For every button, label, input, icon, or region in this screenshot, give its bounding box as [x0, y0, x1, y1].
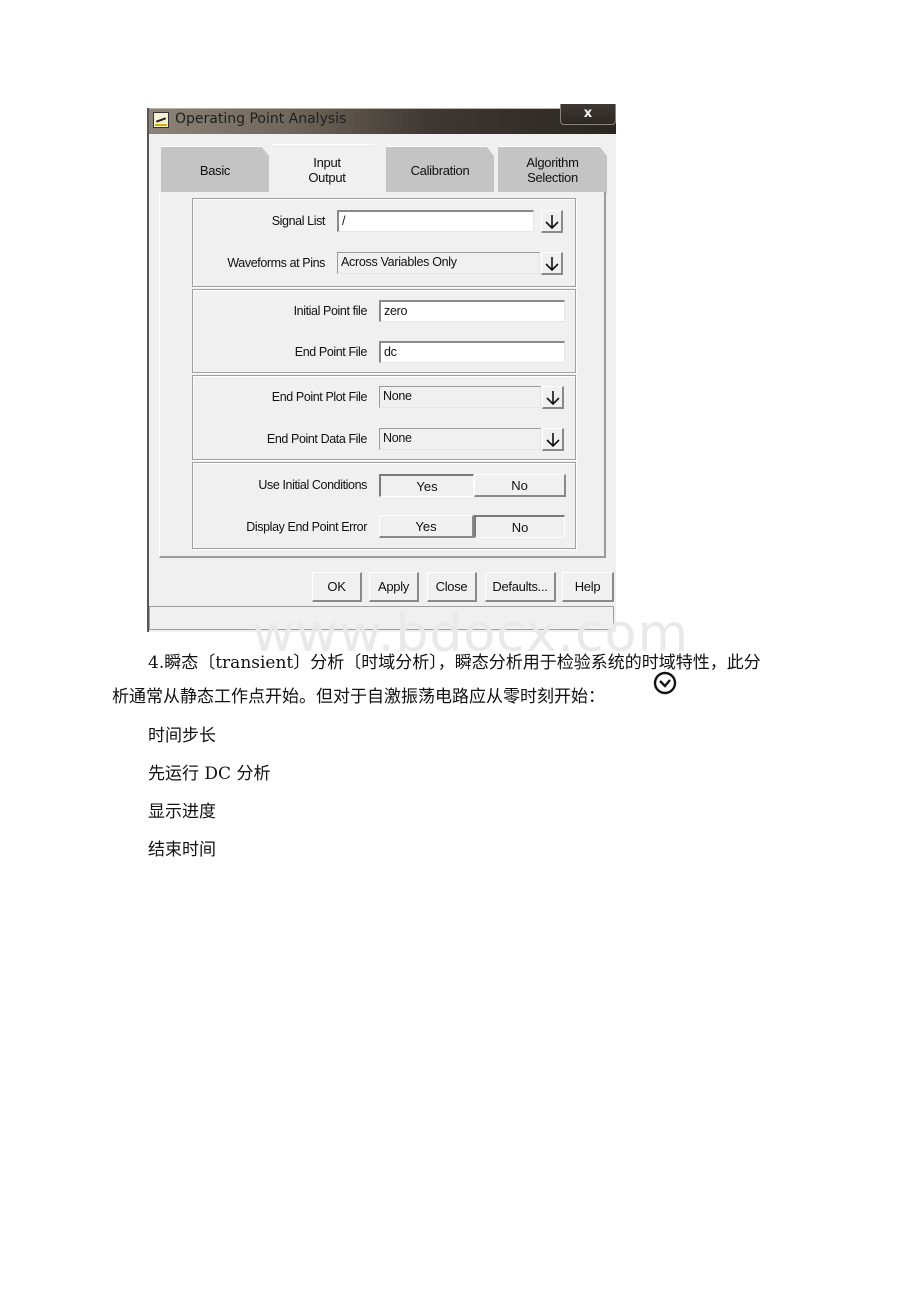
- tab-algorithm-selection[interactable]: Algorithm Selection: [498, 146, 607, 193]
- end-point-file-label: End Point File: [294, 345, 368, 359]
- app-icon: [153, 112, 169, 128]
- conditions-group: Use Initial Conditions Yes No Display En…: [192, 462, 576, 549]
- tab-input-output-label-1: Input: [313, 155, 341, 170]
- paragraph-line-2: 析通常从静态工作点开始。但对于自激振荡电路应从零时刻开始：: [112, 687, 605, 707]
- status-bar: [149, 606, 614, 630]
- tab-calibration-label: Calibration: [410, 162, 470, 178]
- end-point-data-file-label: End Point Data File: [266, 432, 368, 446]
- waveforms-at-pins-select[interactable]: Across Variables Only: [337, 252, 540, 274]
- title-bar: Operating Point Analysis x: [149, 104, 616, 134]
- end-point-plot-file-dropdown-button[interactable]: [542, 386, 564, 409]
- clock-check-icon: [653, 671, 677, 695]
- initial-point-file-label: Initial Point file: [293, 304, 368, 318]
- end-point-plot-file-label: End Point Plot File: [271, 390, 368, 404]
- list-item-time-step: 时间步长: [148, 726, 216, 746]
- signal-group: Signal List / Waveforms at Pins Across V…: [192, 198, 576, 287]
- tab-input-output[interactable]: Input Output: [272, 144, 382, 195]
- end-point-plot-file-select[interactable]: None: [379, 386, 541, 408]
- operating-point-analysis-dialog: Operating Point Analysis x Basic Input O…: [147, 104, 616, 632]
- dialog-title: Operating Point Analysis: [175, 111, 347, 127]
- display-end-point-error-label: Display End Point Error: [246, 520, 367, 534]
- waveforms-at-pins-label: Waveforms at Pins: [227, 256, 325, 270]
- end-point-data-file-dropdown-button[interactable]: [542, 428, 564, 451]
- signal-list-input[interactable]: /: [337, 210, 534, 232]
- use-initial-conditions-label: Use Initial Conditions: [258, 478, 367, 492]
- apply-button[interactable]: Apply: [369, 572, 419, 602]
- display-end-point-error-no-button[interactable]: No: [474, 515, 565, 538]
- tab-algorithm-selection-label-1: Algorithm: [526, 155, 579, 170]
- close-window-button[interactable]: x: [560, 104, 616, 125]
- waveforms-at-pins-dropdown-button[interactable]: [541, 252, 563, 275]
- tab-basic[interactable]: Basic: [161, 146, 269, 193]
- list-item-run-dc-first: 先运行 DC 分析: [148, 764, 271, 784]
- end-point-data-file-select[interactable]: None: [379, 428, 541, 450]
- point-file-group: Initial Point file zero End Point File d…: [192, 289, 576, 373]
- tab-basic-label: Basic: [199, 162, 231, 178]
- list-item-show-progress: 显示进度: [148, 802, 216, 822]
- signal-list-dropdown-button[interactable]: [541, 210, 563, 233]
- end-point-file-input[interactable]: dc: [379, 341, 565, 363]
- list-item-end-time: 结束时间: [148, 840, 216, 860]
- defaults-button[interactable]: Defaults...: [485, 572, 556, 602]
- tab-calibration[interactable]: Calibration: [386, 146, 494, 193]
- end-point-output-group: End Point Plot File None End Point Data …: [192, 375, 576, 460]
- close-button[interactable]: Close: [427, 572, 477, 602]
- arrow-down-icon: [546, 391, 560, 406]
- arrow-down-icon: [546, 433, 560, 448]
- use-initial-conditions-yes-button[interactable]: Yes: [379, 474, 474, 497]
- use-initial-conditions-no-button[interactable]: No: [474, 474, 566, 497]
- ok-button[interactable]: OK: [312, 572, 362, 602]
- signal-list-label: Signal List: [271, 214, 326, 228]
- tab-algorithm-selection-label-2: Selection: [527, 170, 578, 185]
- input-output-panel: Signal List / Waveforms at Pins Across V…: [159, 192, 606, 558]
- help-button[interactable]: Help: [562, 572, 614, 602]
- arrow-down-icon: [545, 215, 559, 230]
- arrow-down-icon: [545, 257, 559, 272]
- tab-input-output-label-2: Output: [308, 170, 346, 185]
- display-end-point-error-yes-button[interactable]: Yes: [379, 515, 474, 538]
- initial-point-file-input[interactable]: zero: [379, 300, 565, 322]
